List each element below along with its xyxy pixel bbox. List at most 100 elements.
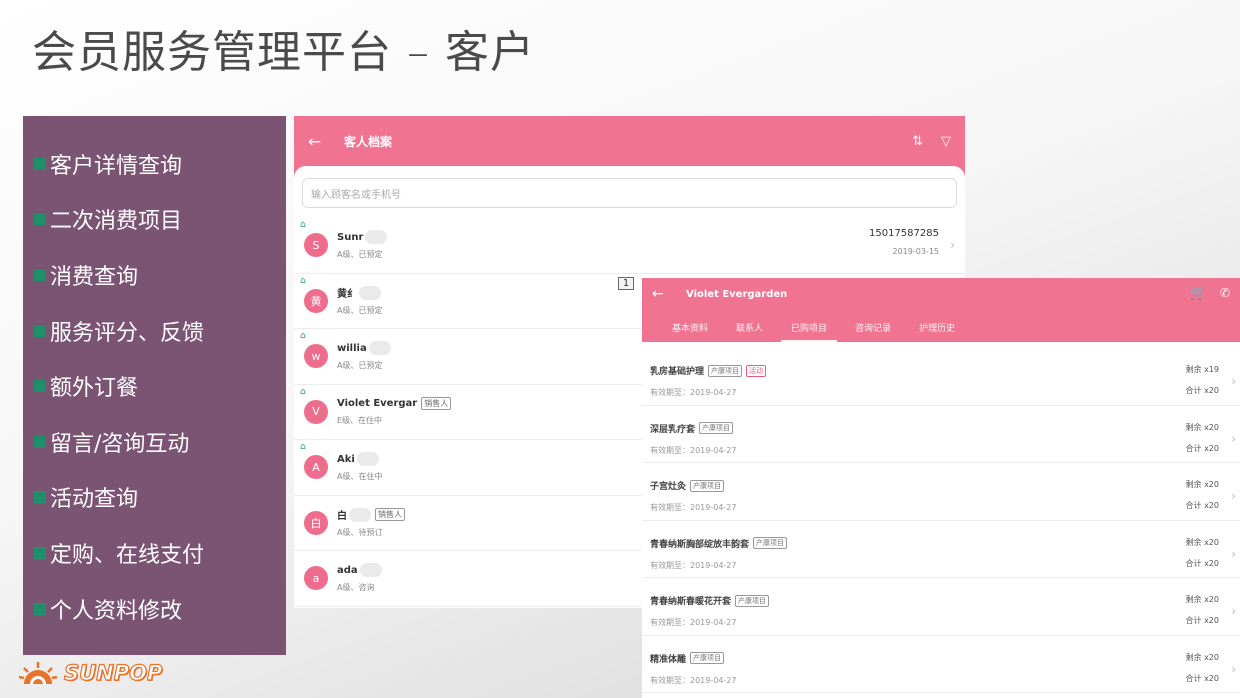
purchased-item[interactable]: 青春纳斯胸部绽放丰韵套 产康项目 有效期至：2019-04-27 剩余 x20 合计… <box>642 521 1240 578</box>
seller-tag: 销售人 <box>375 508 405 522</box>
tab-bar: 基本资料 联系人 已购项目 咨询记录 护理历史 <box>672 321 983 342</box>
logo-text: SUNPOP <box>63 660 163 685</box>
feature-item: 活动查询 <box>23 470 286 526</box>
customer-name-line: willia <box>337 341 391 356</box>
avatar: w <box>304 344 328 369</box>
count-badge: 1 <box>618 277 634 290</box>
gift-icon: ⌂ <box>300 275 306 286</box>
customer-status: A级、已预定 <box>337 361 383 371</box>
item-name: 乳房基础护理 <box>650 367 705 377</box>
item-counts: 剩余 x20 合计 x20 <box>1186 479 1219 511</box>
feature-item: 消费查询 <box>23 247 286 303</box>
feature-label: 客户详情查询 <box>50 153 183 179</box>
phone-icon[interactable]: ✆ <box>1220 286 1230 300</box>
item-remaining: 剩余 x20 <box>1185 480 1219 489</box>
customer-contact: 15017587285 2019-03-15 <box>869 228 939 256</box>
item-counts: 剩余 x20 合计 x20 <box>1186 537 1219 569</box>
item-counts: 剩余 x20 合计 x20 <box>1186 652 1219 684</box>
item-total: 合计 x20 <box>1185 673 1219 683</box>
customer-status: A级、已预定 <box>337 250 383 260</box>
feature-label: 服务评分、反馈 <box>50 320 205 346</box>
detail-header: ← Violet Evergarden 🛒 ✆ 基本资料 联系人 已购项目 咨询… <box>642 278 1240 342</box>
avatar: A <box>304 455 328 480</box>
tab-consult-records[interactable]: 咨询记录 <box>855 321 891 342</box>
tab-care-history[interactable]: 护理历史 <box>919 321 955 342</box>
customer-info: 黄纟 A级、已预定 <box>337 285 382 316</box>
customer-info: Aki A级、在住中 <box>337 452 382 482</box>
customer-status: A级、待预订 <box>337 528 383 538</box>
item-type-tag: 产康项目 <box>735 594 770 607</box>
customer-name-line: Violet Evergar 销售人 <box>337 397 452 411</box>
purchased-item[interactable]: 精准体雕 产康项目 有效期至：2019-04-27 剩余 x20 合计 x20 › <box>642 636 1240 693</box>
back-arrow-icon[interactable]: ← <box>308 132 344 151</box>
item-type-tag: 产康项目 <box>708 364 743 377</box>
tab-contacts[interactable]: 联系人 <box>736 321 763 342</box>
feature-item: 个人资料修改 <box>23 581 286 637</box>
item-remaining: 剩余 x20 <box>1185 537 1219 547</box>
bullet-icon <box>34 435 46 448</box>
item-name-line: 青春纳斯春暖花开套 产康项目 <box>650 594 1232 607</box>
item-remaining: 剩余 x20 <box>1185 595 1219 604</box>
item-name-line: 深层乳疗套 产康项目 <box>650 422 1232 435</box>
avatar: V <box>304 399 328 424</box>
feature-item: 二次消费项目 <box>23 192 286 248</box>
cart-icon[interactable]: 🛒 <box>1190 286 1206 301</box>
item-type-tag: 产康项目 <box>753 537 788 549</box>
customer-phone: 15017587285 <box>869 228 939 239</box>
filter-icon[interactable]: ▽ <box>941 134 951 149</box>
item-counts: 剩余 x19 合计 x20 <box>1186 364 1219 396</box>
bullet-icon <box>34 602 46 615</box>
gift-icon: ⌂ <box>300 442 306 452</box>
header-curve <box>294 166 965 178</box>
feature-label: 消费查询 <box>50 264 139 290</box>
item-remaining: 剩余 x20 <box>1185 652 1219 662</box>
chevron-right-icon: › <box>1231 489 1236 503</box>
customer-info: Violet Evergar 销售人 E级、在住中 <box>337 397 452 426</box>
customer-name-line: 黄纟 <box>337 285 382 300</box>
chevron-right-icon: › <box>1231 431 1236 446</box>
item-total: 合计 x20 <box>1185 558 1219 568</box>
item-type-tag: 产康项目 <box>690 652 725 664</box>
chevron-right-icon: › <box>1231 546 1236 561</box>
purchased-item[interactable]: 子宫灶灸 产康项目 有效期至：2019-04-27 剩余 x20 合计 x20 › <box>642 463 1240 521</box>
bullet-icon <box>34 213 46 226</box>
customer-status: A级、已预定 <box>337 306 383 316</box>
redaction-blob <box>349 507 371 522</box>
customer-name: Sunr <box>337 231 364 243</box>
item-name: 子宫灶灸 <box>650 482 687 492</box>
customer-row[interactable]: ⌂ S Sunr A级、已预定 15017587285 2019-03-15 › <box>294 218 965 274</box>
avatar: S <box>304 233 328 258</box>
feature-item: 客户详情查询 <box>23 136 286 192</box>
back-arrow-icon[interactable]: ← <box>652 286 664 302</box>
customer-info: willia A级、已预定 <box>337 341 391 371</box>
sort-az-icon[interactable]: ⇅ <box>912 134 923 149</box>
redaction-blob <box>356 452 379 467</box>
gift-icon: ⌂ <box>300 386 306 397</box>
customer-info: ada A级、咨询 <box>337 563 382 593</box>
promo-tag: 活动 <box>746 364 767 377</box>
purchased-item[interactable]: 乳房基础护理 产康项目 活动 有效期至：2019-04-27 剩余 x19 合计 x2… <box>642 348 1240 406</box>
item-remaining: 剩余 x19 <box>1185 365 1219 374</box>
item-name-line: 乳房基础护理 产康项目 活动 <box>650 364 1232 377</box>
chevron-right-icon: › <box>1231 374 1236 388</box>
customer-name: ada <box>337 564 358 576</box>
bullet-icon <box>34 491 46 504</box>
item-total: 合计 x20 <box>1185 443 1219 453</box>
customer-name-line: 白 销售人 <box>337 507 405 522</box>
item-name-line: 青春纳斯胸部绽放丰韵套 产康项目 <box>650 537 1232 550</box>
feature-label: 个人资料修改 <box>50 598 183 624</box>
chevron-right-icon: › <box>1231 604 1236 618</box>
feature-item: 留言/咨询互动 <box>23 414 286 470</box>
search-input[interactable]: 输入顾客名或手机号 <box>302 178 957 208</box>
bullet-icon <box>34 380 46 393</box>
item-name-line: 精准体雕 产康项目 <box>650 652 1232 665</box>
customer-name: 白 <box>337 511 347 523</box>
purchased-item[interactable]: 深层乳疗套 产康项目 有效期至：2019-04-27 剩余 x20 合计 x20 › <box>642 406 1240 463</box>
avatar: 白 <box>304 510 328 535</box>
customer-name: Violet Evergar <box>337 398 418 410</box>
tab-purchased-items[interactable]: 已购项目 <box>781 321 838 342</box>
purchased-item[interactable]: 青春纳斯春暖花开套 产康项目 有效期至：2019-04-27 剩余 x20 合计 x… <box>642 578 1240 636</box>
redaction-blob <box>368 341 391 356</box>
tab-basic-info[interactable]: 基本资料 <box>672 321 708 342</box>
item-expiry: 有效期至：2019-04-27 <box>650 675 737 685</box>
